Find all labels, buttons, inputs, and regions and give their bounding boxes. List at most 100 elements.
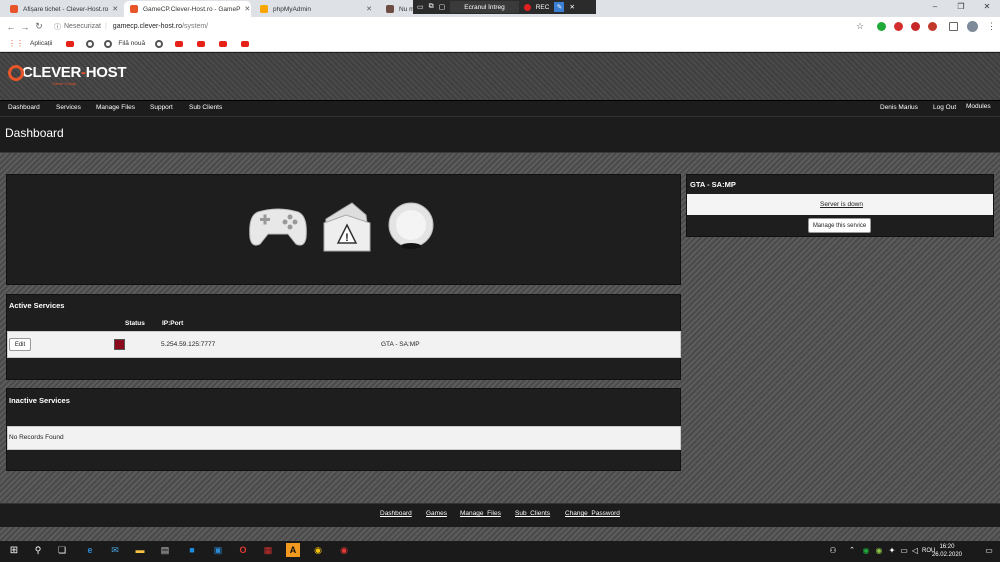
youtube-bookmark-icon[interactable]	[175, 40, 184, 47]
site-favicon-icon	[10, 5, 18, 13]
files-warning-icon[interactable]: !	[322, 201, 372, 253]
footer-link-manage-files[interactable]: Manage_Files	[460, 510, 501, 517]
footer-bottom-strip	[0, 527, 1000, 541]
windows-start-icon[interactable]: ⊞	[7, 543, 21, 557]
app-icon[interactable]: ■	[185, 543, 199, 557]
people-icon[interactable]: ⚇	[826, 543, 840, 557]
tray-nvidia-icon[interactable]: ◉	[872, 543, 886, 557]
empty-row	[7, 426, 681, 450]
close-icon[interactable]: ✕	[108, 5, 118, 13]
column-header-status: Status	[125, 320, 145, 327]
close-icon[interactable]: ✕	[569, 3, 574, 11]
server-panel-title: GTA - SA:MP	[690, 180, 736, 189]
youtube-bookmark-icon[interactable]	[241, 40, 250, 47]
window-capture-icon[interactable]: ▭	[417, 3, 424, 11]
youtube-bookmark-icon[interactable]	[66, 40, 75, 47]
active-services-title: Active Services	[9, 301, 65, 310]
gear-icon	[8, 64, 24, 81]
chrome-bookmark-icon[interactable]	[86, 39, 95, 48]
mail-icon[interactable]: ✉	[108, 543, 122, 557]
maximize-icon[interactable]: ❐	[948, 0, 974, 14]
nav-logout[interactable]: Log Out	[933, 104, 956, 111]
fullscreen-capture-icon[interactable]: ▢	[439, 3, 446, 11]
page-title: Dashboard	[5, 126, 64, 140]
screen-select[interactable]: Ecranul întreg	[450, 1, 519, 13]
messaging-icon[interactable]: ▣	[211, 543, 225, 557]
browser-tab[interactable]: phpMyAdmin ✕	[254, 1, 378, 17]
reload-icon[interactable]: ↻	[32, 21, 46, 32]
footer-link-change-password[interactable]: Change_Password	[565, 510, 620, 517]
task-view-icon[interactable]: ❏	[55, 543, 69, 557]
footer-link-sub-clients[interactable]: Sub_Clients	[515, 510, 550, 517]
nav-sub-clients[interactable]: Sub Clients	[189, 104, 222, 111]
nav-user[interactable]: Denis Marius	[880, 104, 918, 111]
table-row	[7, 331, 681, 358]
app-a-icon[interactable]: A	[286, 543, 300, 557]
info-icon[interactable]: ⓘ	[54, 22, 61, 32]
forward-icon[interactable]: →	[18, 22, 32, 32]
window-controls: – ❐ ✕	[922, 0, 1000, 14]
store-icon[interactable]: ▤	[158, 543, 172, 557]
gift-icon[interactable]: ▦	[261, 543, 275, 557]
edge-icon[interactable]: e	[83, 543, 97, 557]
status-indicator	[114, 339, 125, 350]
svg-text:!: !	[345, 232, 349, 244]
edit-button[interactable]: Edit	[9, 338, 31, 351]
close-window-icon[interactable]: ✕	[974, 0, 1000, 14]
extension-brave-icon[interactable]	[928, 22, 937, 31]
recorder-app-icon[interactable]: ◉	[337, 543, 351, 557]
column-header-ipport: IP:Port	[162, 320, 184, 327]
close-icon[interactable]: ✕	[362, 5, 372, 13]
star-icon[interactable]: ☆	[856, 21, 864, 32]
youtube-bookmark-icon[interactable]	[219, 40, 228, 47]
footer-link-dashboard[interactable]: Dashboard	[380, 510, 412, 517]
pen-icon[interactable]: ✎	[554, 2, 565, 12]
security-label[interactable]: Nesecurizat	[64, 23, 101, 30]
server-status-link[interactable]: Server is down	[820, 201, 863, 208]
search-icon[interactable]: ⚲	[31, 543, 45, 557]
tray-chevron-icon[interactable]: ⌃	[845, 543, 859, 557]
gamepad-icon[interactable]	[248, 204, 308, 250]
nav-dashboard[interactable]: Dashboard	[8, 104, 40, 111]
browser-tab[interactable]: Afișare tichet - Clever-Host.ro ✕	[4, 1, 122, 17]
nav-manage-files[interactable]: Manage Files	[96, 104, 135, 111]
tray-green-icon[interactable]: ◉	[859, 543, 873, 557]
manage-service-button[interactable]: Manage this service	[808, 218, 871, 233]
nav-services[interactable]: Services	[56, 104, 81, 111]
url-input[interactable]: gamecp.clever-host.ro/system/	[113, 23, 208, 30]
new-tab-bookmark[interactable]: Filă nouă	[118, 40, 145, 47]
clock[interactable]: 16:20 26.02.2020	[932, 543, 962, 559]
extension-adblock-icon[interactable]	[894, 22, 903, 31]
volume-icon[interactable]: ◁	[908, 543, 922, 557]
chrome-bookmark-icon[interactable]	[155, 39, 164, 48]
extension-check-icon[interactable]	[877, 22, 886, 31]
nav-modules[interactable]: Modules	[966, 103, 991, 110]
minimize-icon[interactable]: –	[922, 0, 948, 14]
support-orb-icon[interactable]	[386, 202, 436, 252]
clever-host-logo[interactable]: CLEVER-HOST	[8, 64, 127, 81]
apps-bookmark[interactable]: Aplicații	[30, 40, 52, 47]
notifications-icon[interactable]: ▭	[982, 543, 996, 557]
close-icon[interactable]: ✕	[240, 5, 250, 13]
service-ip-port: 5.254.59.125:7777	[161, 341, 216, 348]
site-header	[0, 53, 1000, 100]
rec-button[interactable]: REC	[536, 4, 550, 11]
footer-link-games[interactable]: Games	[426, 510, 447, 517]
browser-tab-active[interactable]: GameCP.Clever-Host.ro - GameP ✕	[124, 1, 251, 17]
extension-puzzle-icon[interactable]	[949, 22, 958, 31]
no-records-text: No Records Found	[9, 434, 64, 441]
file-explorer-icon[interactable]: ▬	[133, 543, 147, 557]
youtube-bookmark-icon[interactable]	[197, 40, 206, 47]
nav-support[interactable]: Support	[150, 104, 173, 111]
extension-shield-icon[interactable]	[911, 22, 920, 31]
avatar[interactable]	[967, 21, 978, 32]
back-icon[interactable]: ←	[4, 22, 18, 32]
record-icon	[523, 3, 531, 11]
browser-tab[interactable]: Nu m	[380, 1, 416, 17]
region-capture-icon[interactable]: ⧉	[429, 3, 434, 11]
opera-icon[interactable]: O	[236, 543, 250, 557]
chrome-bookmark-icon[interactable]	[104, 39, 113, 48]
title-bar	[0, 117, 1000, 153]
menu-dots-icon[interactable]: ⋮	[987, 21, 996, 32]
chrome-icon[interactable]: ◉	[311, 543, 325, 557]
